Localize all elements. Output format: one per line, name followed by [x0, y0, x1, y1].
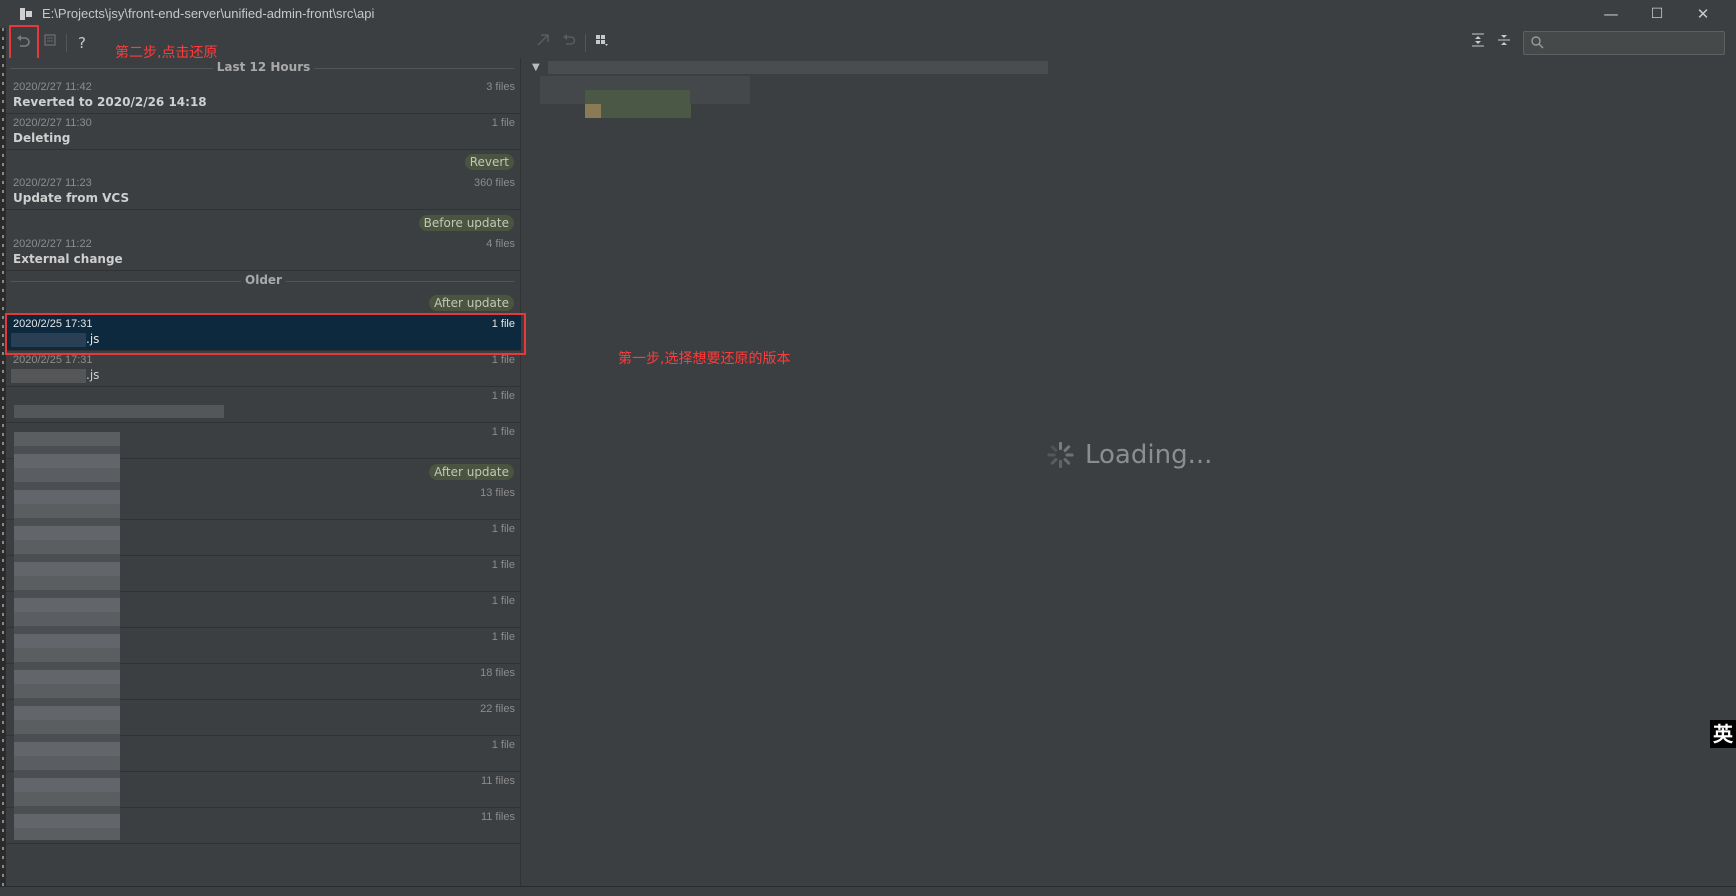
group-header-older: Older	[6, 273, 521, 289]
tree-expand-icon[interactable]: ▼	[532, 62, 540, 73]
patch-icon	[44, 34, 56, 46]
collapse-all-icon[interactable]	[1494, 33, 1514, 53]
group-by-icon[interactable]	[592, 33, 612, 53]
history-row[interactable]: 2020/2/27 11:23 360 files Update from VC…	[6, 174, 521, 210]
window-title: E:\Projects\jsy\front-end-server\unified…	[42, 6, 375, 21]
history-row[interactable]: 2020/2/27 11:30 1 file Deleting	[6, 114, 521, 150]
toolbar-separator	[585, 34, 586, 52]
loading-text: Loading...	[1085, 440, 1213, 470]
redacted-tree	[585, 104, 601, 118]
minimize-button[interactable]: —	[1588, 0, 1634, 28]
history-row[interactable]: 2020/2/27 11:22 4 files External change	[6, 235, 521, 271]
search-input[interactable]	[1523, 31, 1725, 55]
redacted-area	[14, 432, 120, 840]
app-icon	[20, 8, 32, 20]
expand-all-icon[interactable]	[1468, 33, 1488, 53]
help-button[interactable]: ?	[72, 33, 92, 53]
search-icon	[1531, 36, 1544, 49]
ime-indicator[interactable]: 英	[1710, 720, 1736, 748]
title-bar: E:\Projects\jsy\front-end-server\unified…	[0, 0, 1736, 28]
before-update-label: Before update	[418, 215, 514, 231]
redacted-tree	[585, 90, 690, 104]
after-update-label: After update	[429, 295, 514, 311]
redacted-tree	[601, 104, 691, 118]
diff-panel	[528, 58, 1736, 888]
history-row[interactable]: 1 file	[6, 387, 521, 423]
history-row[interactable]: 2020/2/27 11:42 3 files Reverted to 2020…	[6, 78, 521, 114]
annotation-step-one: 第一步,选择想要还原的版本	[618, 351, 791, 367]
create-patch-button[interactable]	[40, 33, 60, 53]
loading-indicator: Loading...	[1045, 440, 1212, 470]
spinner-icon	[1045, 440, 1075, 470]
redacted-path	[548, 61, 1048, 74]
history-row[interactable]: 2020/2/25 17:31 1 file .js	[6, 351, 521, 387]
status-bar	[0, 886, 1736, 896]
toolbar-separator	[66, 34, 67, 52]
maximize-button[interactable]: ☐	[1634, 0, 1680, 28]
revert-label: Revert	[464, 154, 514, 170]
after-update-label: After update	[429, 464, 514, 480]
close-button[interactable]: ✕	[1680, 0, 1726, 28]
highlight-selected-row	[5, 313, 526, 355]
undo-change-icon[interactable]	[559, 33, 579, 53]
group-header-recent: Last 12 Hours	[6, 60, 521, 76]
diff-back-icon[interactable]	[533, 33, 553, 53]
